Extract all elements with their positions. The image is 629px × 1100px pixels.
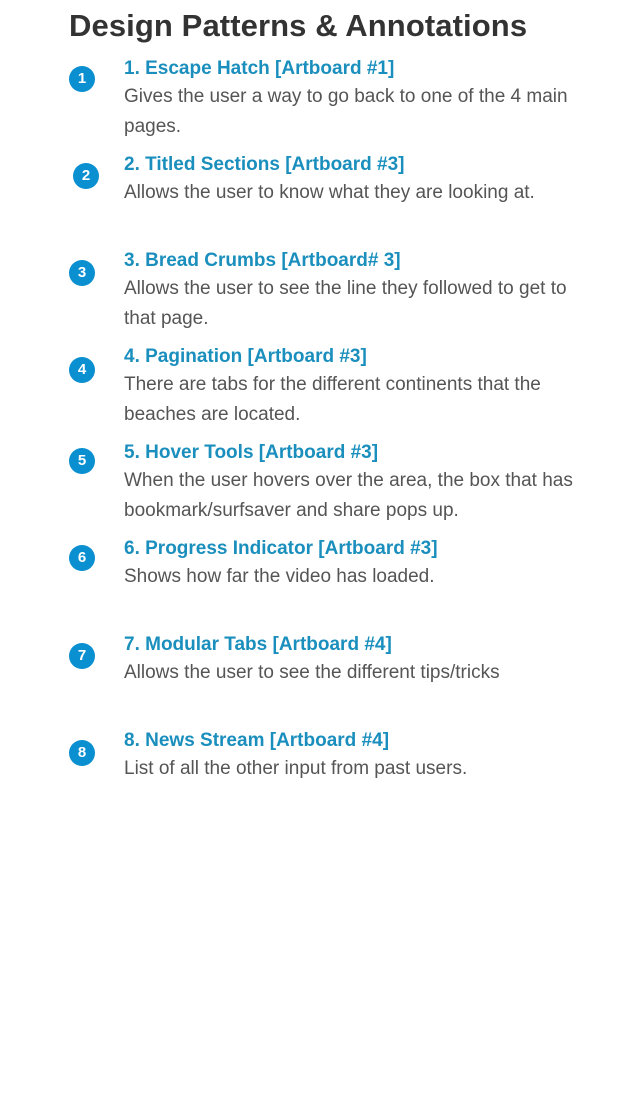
annotation-item-8: 8 8. News Stream [Artboard #4] List of a… <box>0 730 629 822</box>
annotation-description-4: There are tabs for the different contine… <box>124 374 541 425</box>
annotation-title-3: 3. Bread Crumbs [Artboard# 3] <box>124 250 401 271</box>
annotation-item-6: 6 6. Progress Indicator [Artboard #3] Sh… <box>0 538 629 630</box>
number-marker-6: 6 <box>69 545 95 571</box>
annotation-description-2: Allows the user to know what they are lo… <box>124 182 535 203</box>
annotation-item-3: 3 3. Bread Crumbs [Artboard# 3] Allows t… <box>0 250 629 342</box>
annotation-description-5: When the user hovers over the area, the … <box>124 470 573 521</box>
annotation-item-2: 2 2. Titled Sections [Artboard #3] Allow… <box>0 154 629 246</box>
number-marker-4: 4 <box>69 357 95 383</box>
number-marker-8: 8 <box>69 740 95 766</box>
annotation-title-2: 2. Titled Sections [Artboard #3] <box>124 154 405 175</box>
annotation-title-7: 7. Modular Tabs [Artboard #4] <box>124 634 392 655</box>
annotation-title-6: 6. Progress Indicator [Artboard #3] <box>124 538 438 559</box>
number-marker-7: 7 <box>69 643 95 669</box>
annotation-description-3: Allows the user to see the line they fol… <box>124 278 567 329</box>
number-marker-2: 2 <box>73 163 99 189</box>
annotation-description-8: List of all the other input from past us… <box>124 758 468 779</box>
number-marker-3: 3 <box>69 260 95 286</box>
annotation-title-1: 1. Escape Hatch [Artboard #1] <box>124 58 395 79</box>
number-marker-1: 1 <box>69 66 95 92</box>
annotation-title-5: 5. Hover Tools [Artboard #3] <box>124 442 379 463</box>
annotation-item-5: 5 5. Hover Tools [Artboard #3] When the … <box>0 442 629 534</box>
annotation-description-6: Shows how far the video has loaded. <box>124 566 435 587</box>
number-marker-5: 5 <box>69 448 95 474</box>
annotation-item-1: 1 1. Escape Hatch [Artboard #1] Gives th… <box>0 58 629 150</box>
annotations-page: Design Patterns & Annotations 1 1. Escap… <box>0 0 629 1100</box>
annotation-title-8: 8. News Stream [Artboard #4] <box>124 730 390 751</box>
annotation-item-7: 7 7. Modular Tabs [Artboard #4] Allows t… <box>0 634 629 726</box>
annotation-description-1: Gives the user a way to go back to one o… <box>124 86 568 137</box>
annotation-item-4: 4 4. Pagination [Artboard #3] There are … <box>0 346 629 438</box>
page-title: Design Patterns & Annotations <box>69 8 528 43</box>
annotation-title-4: 4. Pagination [Artboard #3] <box>124 346 367 367</box>
annotation-description-7: Allows the user to see the different tip… <box>124 662 500 683</box>
